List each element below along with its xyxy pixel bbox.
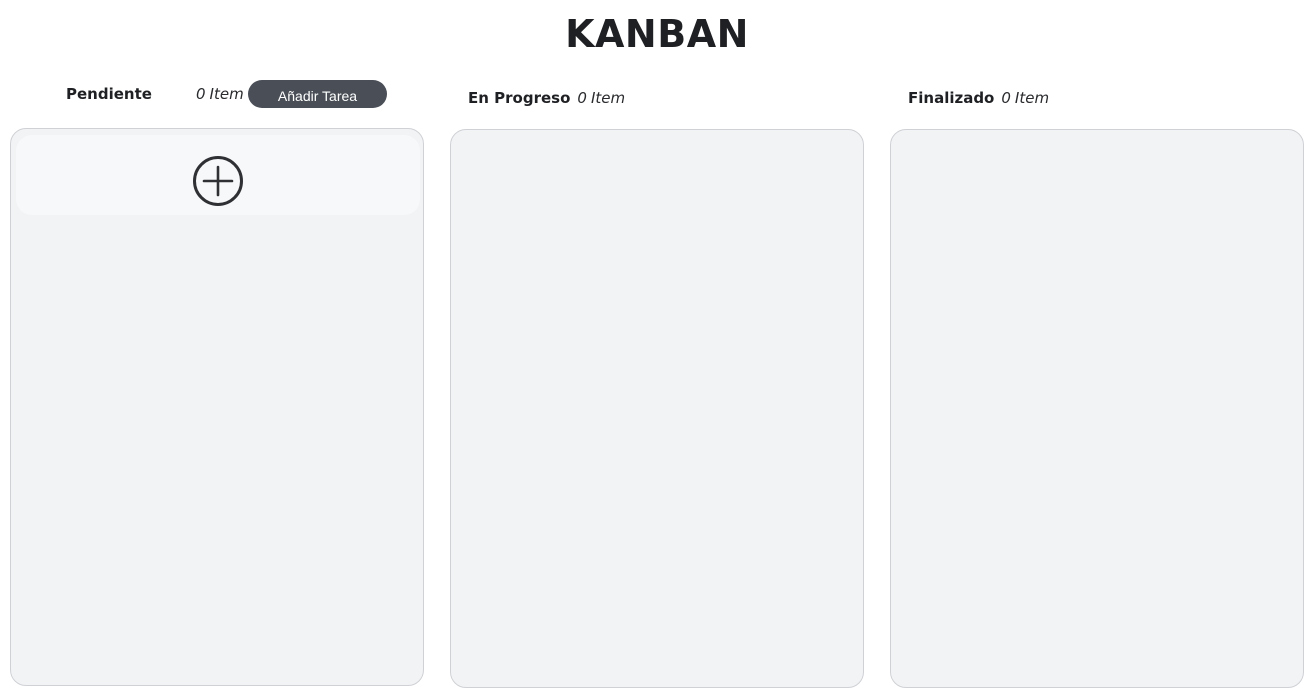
item-count: 0 Item <box>577 89 625 107</box>
add-card-slot[interactable] <box>16 135 420 215</box>
item-count-value: 0 <box>577 89 587 107</box>
item-count-label: Item <box>590 89 626 107</box>
column-header-finalizado: Finalizado 0 Item <box>908 83 1049 113</box>
plus-circle-icon[interactable] <box>192 155 244 207</box>
item-count: 0 Item <box>196 85 244 103</box>
column-title: Pendiente <box>66 85 152 103</box>
item-count-label: Item <box>209 85 244 103</box>
add-task-button[interactable]: Añadir Tarea <box>248 80 387 108</box>
page-title: KANBAN <box>565 12 749 56</box>
column-title: En Progreso <box>468 89 571 107</box>
column-count-pendiente: 0 Item <box>196 79 244 109</box>
item-count-label: Item <box>1014 89 1050 107</box>
column-panel-en-progreso[interactable] <box>450 129 864 688</box>
item-count-value: 0 <box>1001 89 1011 107</box>
item-count: 0 Item <box>1001 89 1049 107</box>
column-header-en-progreso: En Progreso 0 Item <box>468 83 625 113</box>
column-panel-finalizado[interactable] <box>890 129 1304 688</box>
column-title: Finalizado <box>908 89 995 107</box>
column-header-pendiente: Pendiente <box>66 79 152 109</box>
column-panel-pendiente[interactable] <box>10 128 424 686</box>
item-count-value: 0 <box>196 85 206 103</box>
